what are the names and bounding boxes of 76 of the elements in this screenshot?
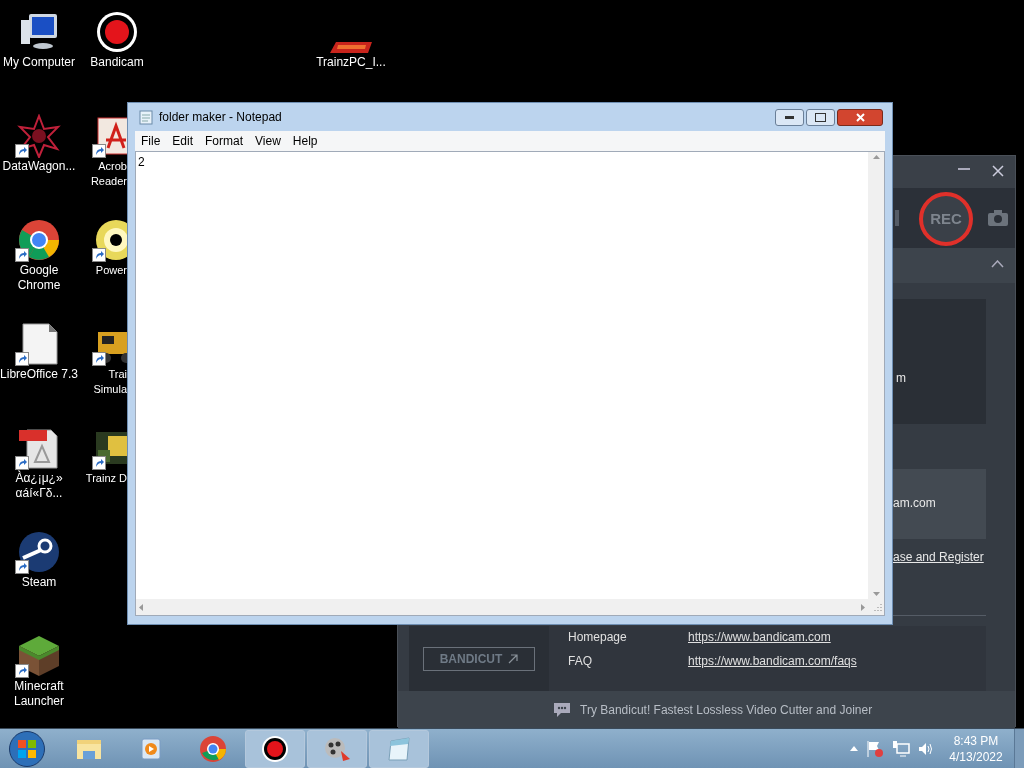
desktop-icon[interactable]: TrainzPC_I... bbox=[312, 6, 390, 70]
trainz-logo-icon bbox=[328, 40, 374, 54]
notepad-icon bbox=[139, 109, 153, 125]
panel-text: am.com bbox=[893, 495, 936, 512]
vertical-scrollbar[interactable] bbox=[868, 152, 884, 599]
scroll-up-icon[interactable] bbox=[872, 155, 880, 159]
desktop-icon[interactable]: Google Chrome bbox=[0, 214, 78, 293]
flag-icon[interactable] bbox=[866, 739, 884, 758]
menu-item[interactable]: Help bbox=[286, 132, 324, 150]
horizontal-scrollbar[interactable] bbox=[136, 599, 868, 615]
icon-label: Bandicam bbox=[90, 55, 144, 70]
desktop-icon[interactable]: My Computer bbox=[0, 6, 78, 70]
minimize-icon bbox=[785, 115, 794, 119]
menu-item[interactable]: Edit bbox=[166, 132, 200, 150]
desktop-icon[interactable]: DataWagon... bbox=[0, 110, 78, 174]
icon-label: Trai Simula bbox=[93, 367, 127, 397]
menu-item[interactable]: Format bbox=[199, 132, 250, 150]
restore-icon bbox=[815, 112, 826, 122]
minimize-button[interactable] bbox=[775, 108, 804, 126]
star-icon bbox=[17, 114, 61, 158]
desktop-icon[interactable]: Steam bbox=[0, 526, 78, 590]
notepad-icon bbox=[385, 734, 413, 763]
chat-icon bbox=[554, 702, 570, 717]
clock-date: 4/13/2022 bbox=[949, 748, 1003, 765]
acrobat-icon bbox=[94, 114, 127, 158]
icon-label: LibreOffice 7.3 bbox=[0, 367, 78, 382]
chrome-icon bbox=[17, 218, 61, 262]
register-link[interactable]: ase and Register bbox=[893, 548, 984, 566]
network-icon[interactable] bbox=[892, 740, 910, 757]
link-label: Homepage bbox=[568, 629, 628, 646]
close-icon bbox=[855, 112, 865, 122]
windows-logo-icon bbox=[18, 739, 36, 758]
close-button[interactable] bbox=[837, 108, 883, 126]
url-link[interactable]: https://www.bandicam.com bbox=[688, 628, 831, 646]
taskbar-button[interactable] bbox=[307, 729, 367, 768]
menu-item[interactable]: View bbox=[249, 132, 287, 150]
link-label: FAQ bbox=[568, 653, 593, 670]
icon-label: Acrob Reader bbox=[90, 159, 127, 189]
grass-block-icon bbox=[17, 634, 61, 678]
icon-label: Trainz D bbox=[85, 471, 127, 486]
camera-icon[interactable] bbox=[988, 210, 1008, 226]
pdf-icon bbox=[17, 426, 61, 470]
show-desktop-button[interactable] bbox=[1014, 729, 1024, 768]
url-link[interactable]: https://www.bandicam.com/faqs bbox=[688, 652, 857, 670]
external-link-icon bbox=[508, 653, 519, 664]
record-icon bbox=[261, 734, 289, 763]
scroll-down-icon[interactable] bbox=[872, 592, 880, 596]
minimize-icon[interactable] bbox=[958, 168, 970, 172]
record-icon bbox=[95, 10, 139, 54]
scroll-left-icon[interactable] bbox=[139, 603, 143, 611]
steam-icon bbox=[17, 530, 61, 574]
desktop-icon[interactable]: Minecraft Launcher bbox=[0, 630, 78, 709]
desktop-icon[interactable]: Bandicam bbox=[78, 6, 156, 70]
taskbar-button[interactable] bbox=[245, 729, 305, 768]
panel-text: m bbox=[896, 370, 906, 387]
chevron-up-icon[interactable] bbox=[991, 260, 1004, 268]
icon-label: Power bbox=[95, 263, 127, 278]
icon-label: TrainzPC_I... bbox=[316, 55, 386, 70]
scroll-right-icon[interactable] bbox=[861, 603, 865, 611]
icon-label: DataWagon... bbox=[2, 159, 76, 174]
maximize-button[interactable] bbox=[806, 108, 835, 126]
show-hidden-icons-icon[interactable] bbox=[850, 746, 858, 751]
desktop-icon[interactable]: Àα¿¡μ¿» αáí«Γδ... bbox=[0, 422, 78, 501]
close-icon[interactable] bbox=[992, 165, 1004, 177]
icon-label: Àα¿¡μ¿» αáí«Γδ... bbox=[14, 471, 64, 501]
desktop-icon[interactable]: LibreOffice 7.3 bbox=[0, 318, 78, 382]
chrome-icon bbox=[199, 734, 227, 763]
icon-label: Steam bbox=[21, 575, 57, 590]
icon-label: My Computer bbox=[3, 55, 75, 70]
icon-label: Google Chrome bbox=[16, 263, 62, 293]
clock-time: 8:43 PM bbox=[953, 732, 999, 749]
volume-icon[interactable] bbox=[918, 741, 934, 756]
icon-label: Minecraft Launcher bbox=[12, 679, 65, 709]
window-title: folder maker - Notepad bbox=[159, 109, 282, 126]
menu-item[interactable]: File bbox=[135, 132, 167, 150]
start-button[interactable] bbox=[9, 730, 45, 767]
